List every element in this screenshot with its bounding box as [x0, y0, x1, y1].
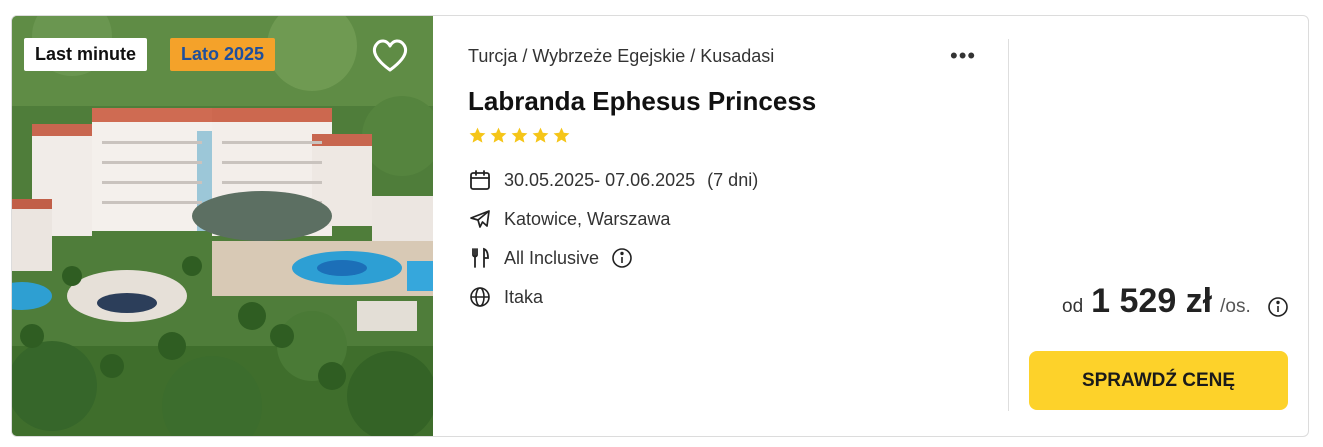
- breadcrumb[interactable]: Turcja / Wybrzeże Egejskie / Kusadasi: [468, 46, 774, 67]
- hotel-aerial-image: [12, 16, 433, 436]
- badge-season: Lato 2025: [170, 38, 276, 71]
- offer-card[interactable]: Last minute Lato 2025 Turcja / Wybrzeże …: [11, 15, 1309, 437]
- info-icon[interactable]: [611, 247, 633, 269]
- star-icon: [469, 127, 486, 143]
- price-prefix: od: [1062, 296, 1084, 317]
- offer-details: Turcja / Wybrzeże Egejskie / Kusadasi ••…: [468, 16, 1008, 436]
- dates-row: 30.05.2025- 07.06.2025 (7 dni): [468, 168, 758, 192]
- board-text: All Inclusive: [504, 247, 600, 268]
- star-icon: [532, 127, 549, 143]
- globe-icon: [468, 285, 492, 309]
- operator-text: Itaka: [504, 286, 544, 307]
- price-info-icon[interactable]: [1267, 296, 1289, 318]
- heart-icon[interactable]: [370, 36, 410, 74]
- star-icon: [490, 127, 507, 143]
- star-icon: [511, 127, 528, 143]
- departure-row: Katowice, Warszawa: [468, 207, 670, 231]
- price: od 1 529 zł /os.: [1062, 282, 1251, 321]
- board-row: All Inclusive: [468, 246, 633, 270]
- hotel-name[interactable]: Labranda Ephesus Princess: [468, 86, 816, 117]
- hotel-photo[interactable]: Last minute Lato 2025: [12, 16, 433, 436]
- cutlery-icon: [468, 246, 492, 270]
- calendar-icon: [468, 168, 492, 192]
- dates-text: 30.05.2025- 07.06.2025: [504, 169, 696, 190]
- divider: [1008, 39, 1009, 411]
- price-amount: 1 529 zł: [1091, 282, 1213, 320]
- star-icon: [553, 127, 570, 143]
- check-price-button[interactable]: SPRAWDŹ CENĘ: [1029, 351, 1288, 410]
- price-suffix: /os.: [1220, 296, 1251, 317]
- operator-row: Itaka: [468, 285, 543, 309]
- departure-text: Katowice, Warszawa: [504, 208, 671, 229]
- rating-stars: [468, 126, 571, 145]
- badge-last-minute: Last minute: [24, 38, 148, 71]
- duration-text: (7 dni): [707, 169, 759, 190]
- plane-icon: [468, 207, 492, 231]
- more-dots-icon[interactable]: •••: [950, 45, 976, 67]
